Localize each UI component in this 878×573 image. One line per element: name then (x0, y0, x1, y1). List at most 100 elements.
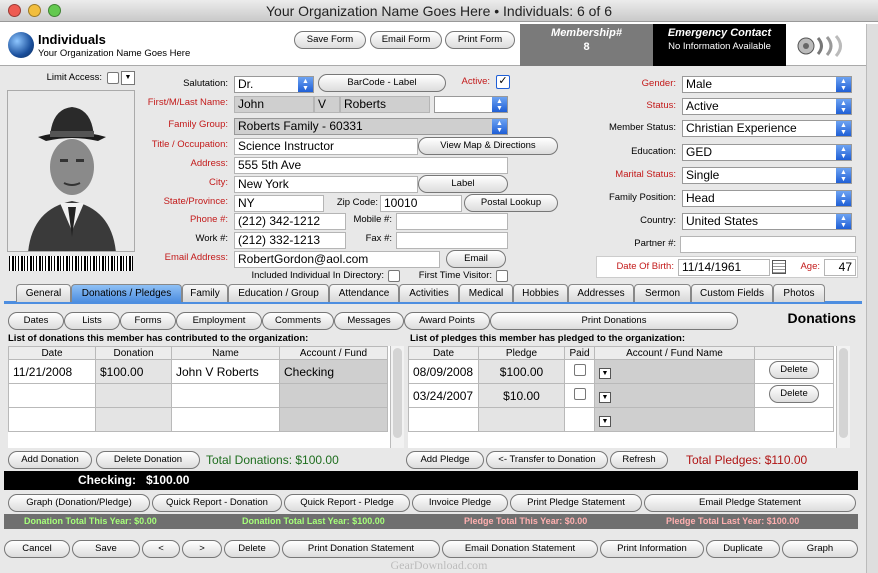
address-field[interactable]: 555 5th Ave (234, 157, 508, 174)
dob-field[interactable]: 11/14/1961 (678, 259, 770, 276)
country-select[interactable]: United States ▲ ▼ (682, 213, 852, 230)
middle-initial-field[interactable]: V (314, 96, 340, 113)
tab-addresses[interactable]: Addresses (568, 284, 634, 302)
first-time-checkbox[interactable] (496, 270, 508, 282)
email-pledge-statement-button[interactable]: Email Pledge Statement (644, 494, 856, 512)
invoice-pledge-button[interactable]: Invoice Pledge (412, 494, 508, 512)
subtab-messages[interactable]: Messages (334, 312, 404, 330)
title-field[interactable]: Science Instructor (234, 138, 418, 155)
barcode-label-button[interactable]: BarCode - Label (318, 74, 446, 92)
add-pledge-button[interactable]: Add Pledge (406, 451, 484, 469)
transfer-to-donation-button[interactable]: <- Transfer to Donation (486, 451, 608, 469)
tab-general[interactable]: General (16, 284, 71, 302)
member-status-select[interactable]: Christian Experience ▲ ▼ (682, 120, 852, 137)
chevron-down-icon[interactable]: ▼ (599, 416, 611, 427)
marital-select[interactable]: Single ▲ ▼ (682, 167, 852, 184)
education-select[interactable]: GED ▲ ▼ (682, 144, 852, 161)
tab-custom-fields[interactable]: Custom Fields (691, 284, 773, 302)
save-form-button[interactable]: Save Form (294, 31, 366, 49)
save-button[interactable]: Save (72, 540, 140, 558)
chevron-down-icon[interactable]: ▼ (599, 392, 611, 403)
refresh-button[interactable]: Refresh (610, 451, 668, 469)
tab-activities[interactable]: Activities (399, 284, 459, 302)
table-row[interactable]: ▼ (408, 407, 834, 432)
table-row[interactable]: 08/09/2008 $100.00 ▼ Delete (408, 359, 834, 384)
mobile-field[interactable] (396, 213, 508, 230)
delete-pledge-button[interactable]: Delete (769, 385, 819, 403)
window-scrollbar[interactable] (866, 24, 878, 573)
tab-donations-pledges[interactable]: Donations / Pledges (71, 284, 182, 302)
quick-report-donation-button[interactable]: Quick Report - Donation (152, 494, 282, 512)
cancel-button[interactable]: Cancel (4, 540, 70, 558)
print-donation-statement-button[interactable]: Print Donation Statement (282, 540, 440, 558)
country-label: Country: (640, 215, 676, 226)
phone-field[interactable]: (212) 342-1212 (234, 213, 346, 230)
donations-scrollbar[interactable] (390, 346, 404, 448)
status-select[interactable]: Active ▲ ▼ (682, 98, 852, 115)
state-field[interactable]: NY (234, 195, 324, 212)
print-form-button[interactable]: Print Form (445, 31, 515, 49)
fax-field[interactable] (396, 232, 508, 249)
first-name-field[interactable]: John (234, 96, 314, 113)
previous-record-button[interactable]: < (142, 540, 180, 558)
salutation-select[interactable]: Dr. ▲ ▼ (234, 76, 314, 93)
chevron-down-icon[interactable]: ▼ (599, 368, 611, 379)
pledge-paid-checkbox[interactable] (573, 388, 586, 400)
tab-attendance[interactable]: Attendance (329, 284, 399, 302)
member-photo[interactable] (7, 90, 135, 252)
duplicate-button[interactable]: Duplicate (706, 540, 780, 558)
suffix-select[interactable]: ▲ ▼ (434, 96, 508, 113)
label-button[interactable]: Label (418, 175, 508, 193)
table-row[interactable]: 11/21/2008 $100.00 John V Roberts Checking (8, 359, 388, 384)
email-form-button[interactable]: Email Form (370, 31, 442, 49)
gender-select[interactable]: Male ▲ ▼ (682, 76, 852, 93)
subtab-employment[interactable]: Employment (176, 312, 262, 330)
active-checkbox[interactable]: ✓ (496, 75, 510, 89)
print-information-button[interactable]: Print Information (600, 540, 704, 558)
print-donations-button[interactable]: Print Donations (490, 312, 738, 330)
emergency-label: Emergency Contact (667, 27, 772, 39)
tab-hobbies[interactable]: Hobbies (513, 284, 568, 302)
graph-donation-pledge-button[interactable]: Graph (Donation/Pledge) (8, 494, 150, 512)
subtab-dates[interactable]: Dates (8, 312, 64, 330)
limit-access-checkbox[interactable] (107, 72, 119, 84)
partner-field[interactable] (680, 236, 856, 253)
print-pledge-statement-button[interactable]: Print Pledge Statement (510, 494, 642, 512)
tab-medical[interactable]: Medical (459, 284, 513, 302)
subtab-award-points[interactable]: Award Points (404, 312, 490, 330)
work-phone-field[interactable]: (212) 332-1213 (234, 232, 346, 249)
limit-access-dropdown-icon[interactable]: ▼ (121, 71, 135, 85)
subtab-comments[interactable]: Comments (262, 312, 334, 330)
family-position-select[interactable]: Head ▲ ▼ (682, 190, 852, 207)
pledges-scrollbar[interactable] (836, 346, 850, 448)
tab-education-group[interactable]: Education / Group (228, 284, 329, 302)
email-button[interactable]: Email (446, 250, 506, 268)
next-record-button[interactable]: > (182, 540, 222, 558)
calendar-icon[interactable] (772, 260, 786, 274)
table-row[interactable]: 03/24/2007 $10.00 ▼ Delete (408, 383, 834, 408)
tab-family[interactable]: Family (182, 284, 228, 302)
delete-pledge-button[interactable]: Delete (769, 361, 819, 379)
tab-sermon[interactable]: Sermon (634, 284, 691, 302)
last-name-field[interactable]: Roberts (340, 96, 430, 113)
directory-checkbox[interactable] (388, 270, 400, 282)
zip-field[interactable]: 10010 (380, 195, 462, 212)
subtab-lists[interactable]: Lists (64, 312, 120, 330)
table-row[interactable] (8, 407, 388, 432)
add-donation-button[interactable]: Add Donation (8, 451, 92, 469)
speaker-icon[interactable] (794, 34, 858, 58)
subtab-forms[interactable]: Forms (120, 312, 176, 330)
pledge-paid-checkbox[interactable] (573, 364, 586, 376)
postal-lookup-button[interactable]: Postal Lookup (464, 194, 558, 212)
family-group-select[interactable]: Roberts Family - 60331 ▲ ▼ (234, 118, 508, 135)
city-field[interactable]: New York (234, 176, 418, 193)
delete-button[interactable]: Delete (224, 540, 280, 558)
graph-button[interactable]: Graph (782, 540, 858, 558)
email-field[interactable]: RobertGordon@aol.com (234, 251, 440, 268)
email-donation-statement-button[interactable]: Email Donation Statement (442, 540, 598, 558)
view-map-button[interactable]: View Map & Directions (418, 137, 558, 155)
tab-photos[interactable]: Photos (773, 284, 825, 302)
quick-report-pledge-button[interactable]: Quick Report - Pledge (284, 494, 410, 512)
delete-donation-button[interactable]: Delete Donation (96, 451, 200, 469)
table-row[interactable] (8, 383, 388, 408)
